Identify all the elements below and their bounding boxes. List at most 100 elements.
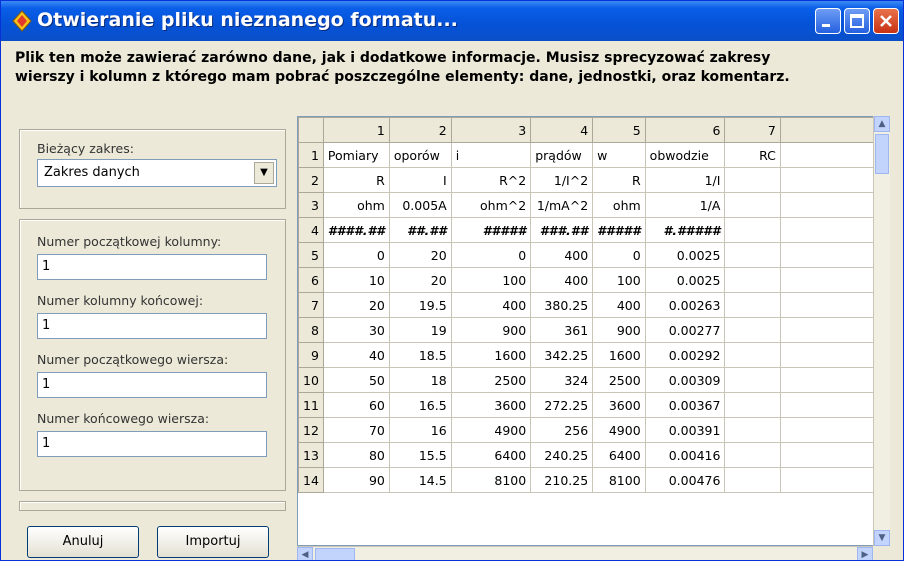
grid-cell[interactable]: 1/mA^2	[530, 192, 594, 218]
grid-cell[interactable]: ####.##	[322, 217, 390, 243]
grid-cell[interactable]: 240.25	[530, 442, 594, 468]
grid-cell[interactable]	[724, 217, 781, 243]
grid-cell[interactable]: 16	[388, 417, 452, 443]
start-row-field[interactable]: 1	[37, 372, 267, 398]
grid-cell[interactable]: oporów	[388, 142, 452, 168]
title-bar[interactable]: Otwieranie pliku nieznanego formatu...	[1, 1, 903, 41]
grid-cell[interactable]: 18.5	[388, 342, 452, 368]
grid-cell[interactable]: 14.5	[388, 467, 452, 493]
grid-cell[interactable]: 90	[322, 467, 390, 493]
grid-cell[interactable]: RC	[724, 142, 781, 168]
maximize-button[interactable]	[844, 8, 870, 34]
column-header[interactable]: 3	[450, 117, 532, 143]
row-header[interactable]: 10	[298, 367, 324, 393]
grid-cell[interactable]: 19	[388, 317, 452, 343]
grid-cell[interactable]: 400	[530, 267, 594, 293]
grid-cell[interactable]: i	[450, 142, 532, 168]
grid-cell[interactable]	[724, 392, 781, 418]
grid-cell[interactable]: 60	[322, 392, 390, 418]
data-grid[interactable]: 1 2 3 4 5 6 7 1 Pomiary oporów i prądów w obwodzie RC 2…	[297, 116, 890, 546]
scroll-down-arrow-icon[interactable]: ▼	[874, 530, 890, 546]
grid-cell[interactable]: 0.00309	[644, 367, 726, 393]
grid-cell[interactable]: #####	[450, 217, 532, 243]
vertical-scrollbar[interactable]: ▲ ▼	[873, 116, 890, 546]
grid-cell[interactable]: 8100	[592, 467, 646, 493]
cancel-button[interactable]: Anuluj	[27, 526, 139, 558]
start-column-field[interactable]: 1	[37, 254, 267, 280]
chevron-down-icon[interactable]: ▼	[254, 162, 274, 184]
grid-cell[interactable]: 100	[450, 267, 532, 293]
column-header[interactable]: 7	[724, 117, 781, 143]
grid-cell[interactable]: 361	[530, 317, 594, 343]
grid-cell[interactable]: 50	[322, 367, 390, 393]
scroll-left-arrow-icon[interactable]: ◀	[297, 547, 313, 560]
grid-cell[interactable]: 256	[530, 417, 594, 443]
grid-cell[interactable]: 19.5	[388, 292, 452, 318]
grid-cell[interactable]: 0	[322, 242, 390, 268]
grid-cell[interactable]: 8100	[450, 467, 532, 493]
scroll-up-arrow-icon[interactable]: ▲	[874, 116, 890, 132]
current-range-select[interactable]: Zakres danych ▼	[37, 159, 277, 187]
minimize-button[interactable]	[815, 8, 841, 34]
grid-cell[interactable]: 70	[322, 417, 390, 443]
grid-cell[interactable]: 900	[592, 317, 646, 343]
end-row-field[interactable]: 1	[37, 431, 267, 457]
grid-cell[interactable]: 272.25	[530, 392, 594, 418]
grid-cell[interactable]	[724, 442, 781, 468]
grid-cell[interactable]: 900	[450, 317, 532, 343]
grid-cell[interactable]: 0.00476	[644, 467, 726, 493]
grid-cell[interactable]: ohm^2	[450, 192, 532, 218]
grid-cell[interactable]: 0.00367	[644, 392, 726, 418]
grid-cell[interactable]: prądów	[530, 142, 594, 168]
row-header[interactable]: 6	[298, 267, 324, 293]
row-header[interactable]: 4	[298, 217, 324, 243]
column-header[interactable]: 4	[530, 117, 594, 143]
grid-cell[interactable]: 0.00391	[644, 417, 726, 443]
grid-cell[interactable]: 0.00277	[644, 317, 726, 343]
grid-cell[interactable]: 15.5	[388, 442, 452, 468]
grid-cell[interactable]: 80	[322, 442, 390, 468]
grid-cell[interactable]: 0.00292	[644, 342, 726, 368]
row-header[interactable]: 5	[298, 242, 324, 268]
grid-cell[interactable]	[724, 467, 781, 493]
grid-cell[interactable]: 1600	[450, 342, 532, 368]
horizontal-scroll-thumb[interactable]	[315, 548, 355, 560]
column-header[interactable]: 1	[322, 117, 390, 143]
row-header[interactable]: 1	[298, 142, 324, 168]
column-header[interactable]	[298, 117, 324, 143]
grid-cell[interactable]	[724, 367, 781, 393]
grid-cell[interactable]: w	[592, 142, 646, 168]
grid-cell[interactable]: 400	[450, 292, 532, 318]
row-header[interactable]: 3	[298, 192, 324, 218]
close-button[interactable]	[873, 8, 899, 34]
grid-cell[interactable]	[724, 417, 781, 443]
grid-cell[interactable]: 3600	[592, 392, 646, 418]
row-header[interactable]: 7	[298, 292, 324, 318]
grid-cell[interactable]: R	[592, 167, 646, 193]
grid-cell[interactable]: 10	[322, 267, 390, 293]
grid-cell[interactable]	[724, 317, 781, 343]
row-header[interactable]: 14	[298, 467, 324, 493]
grid-cell[interactable]: 16.5	[388, 392, 452, 418]
grid-cell[interactable]: 2500	[592, 367, 646, 393]
grid-cell[interactable]	[724, 242, 781, 268]
column-header[interactable]: 6	[644, 117, 726, 143]
column-header[interactable]: 2	[388, 117, 452, 143]
grid-cell[interactable]	[724, 167, 781, 193]
grid-cell[interactable]: 4900	[450, 417, 532, 443]
grid-cell[interactable]: Pomiary	[322, 142, 390, 168]
grid-cell[interactable]: 20	[322, 292, 390, 318]
row-header[interactable]: 8	[298, 317, 324, 343]
grid-cell[interactable]: 3600	[450, 392, 532, 418]
grid-cell[interactable]: ###.##	[530, 217, 594, 243]
column-header[interactable]: 5	[592, 117, 646, 143]
grid-cell[interactable]: 18	[388, 367, 452, 393]
grid-cell[interactable]: 1600	[592, 342, 646, 368]
grid-cell[interactable]: R	[322, 167, 390, 193]
grid-cell[interactable]: 0.0025	[644, 267, 726, 293]
grid-cell[interactable]: 0.005A	[388, 192, 452, 218]
grid-cell[interactable]: 6400	[450, 442, 532, 468]
grid-cell[interactable]: 100	[592, 267, 646, 293]
grid-cell[interactable]: 0.00416	[644, 442, 726, 468]
grid-cell[interactable]: 6400	[592, 442, 646, 468]
